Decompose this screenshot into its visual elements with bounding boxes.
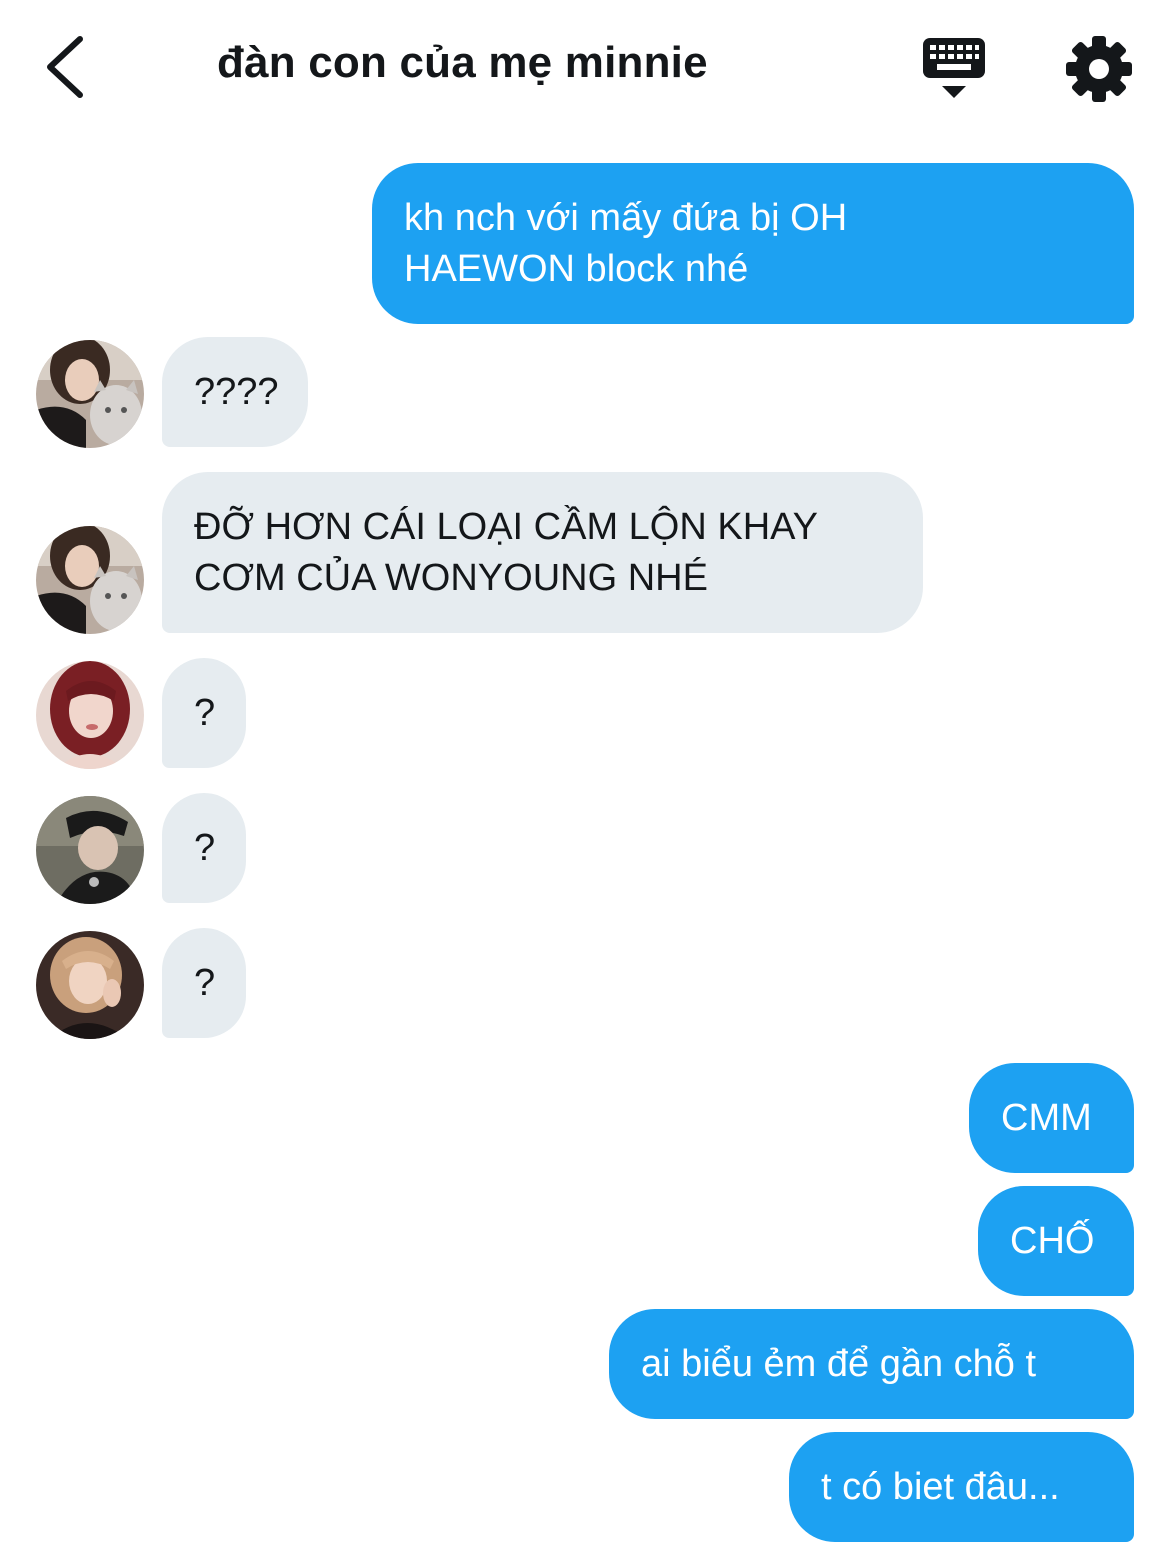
message-bubble-outgoing[interactable]: CMM [969,1063,1134,1173]
avatar[interactable] [36,526,144,634]
message-bubble-outgoing[interactable]: t có biet đâu... [789,1432,1134,1542]
keyboard-button[interactable] [915,34,993,104]
message-bubble-outgoing[interactable]: CHỐ [978,1186,1134,1296]
message-bubble-incoming[interactable]: ? [162,928,246,1038]
message-bubble-outgoing[interactable]: ai biểu ẻm để gần chỗ t [609,1309,1134,1419]
message-bubble-incoming[interactable]: ĐỠ HƠN CÁI LOẠI CẦM LỘN KHAY CƠM CỦA WON… [162,472,923,633]
message-text-line: CHỐ [1010,1220,1095,1262]
conversation-header: đàn con của mẹ minnie [0,0,1170,140]
message-text-line: CƠM CỦA WONYOUNG NHÉ [194,557,708,599]
conversation-title: đàn con của mẹ minnie [217,38,708,87]
settings-button[interactable] [1062,32,1136,106]
message-text-line: CMM [1001,1097,1092,1139]
avatar[interactable] [36,661,144,769]
avatar[interactable] [36,340,144,448]
back-button[interactable] [30,30,100,105]
keyboard-icon [923,38,985,98]
message-text-line: kh nch với mấy đứa bị OH [404,197,848,239]
message-text-line: ???? [194,371,279,413]
chevron-left-icon [47,36,83,98]
gear-icon [1066,36,1132,102]
message-text-line: ai biểu ẻm để gần chỗ t [641,1343,1037,1385]
message-text-line: HAEWON block nhé [404,248,749,290]
message-bubble-outgoing[interactable]: kh nch với mấy đứa bị OH HAEWON block nh… [372,163,1134,324]
message-bubble-incoming[interactable]: ? [162,793,246,903]
message-text-line: ĐỠ HƠN CÁI LOẠI CẦM LỘN KHAY [194,506,819,548]
message-text-line: t có biet đâu... [821,1466,1060,1508]
message-text-line: ? [194,827,216,869]
message-text-line: ? [194,962,216,1004]
message-text-line: ? [194,692,216,734]
avatar[interactable] [36,796,144,904]
message-bubble-incoming[interactable]: ? [162,658,246,768]
avatar[interactable] [36,931,144,1039]
message-bubble-incoming[interactable]: ???? [162,337,308,447]
